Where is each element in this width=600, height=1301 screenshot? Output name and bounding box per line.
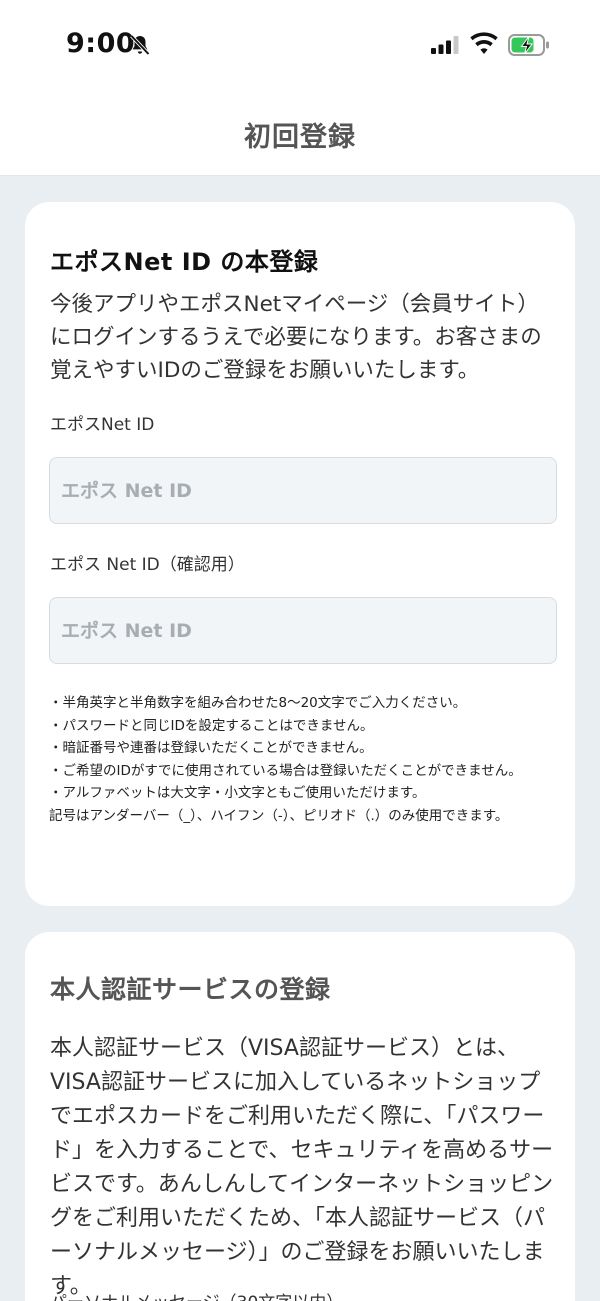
net-id-confirm-label: エポス Net ID（確認用） [50,555,245,575]
personal-message-label: パーソナルメッセージ（30文字以内） [50,1288,343,1301]
bell-slash-icon [130,34,150,56]
identity-auth-card: 本人認証サービスの登録 本人認証サービス（VISA認証サービス）とは、VISA認… [25,932,575,1301]
net-id-input[interactable] [49,457,557,524]
top-bar: 9:00 初回登録 [0,0,600,176]
note-item: ・パスワードと同じIDを設定することはできません。 [49,717,374,734]
id-rules-notes: ・半角英字と半角数字を組み合わせた8〜20文字でご入力ください。 ・パスワードと… [49,692,549,827]
card-title: 本人認証サービスの登録 [50,975,331,1004]
note-item: ・暗証番号や連番は登録いただくことができません。 [49,740,373,756]
status-time: 9:00 [66,28,136,59]
battery-charging-icon [508,34,549,56]
note-item: 記号はアンダーバー（_）、ハイフン（-）、ピリオド（.）のみ使用できます。 [49,807,509,824]
page-title: 初回登録 [244,122,356,153]
signal-icon [431,36,459,54]
note-item: ・アルファベットは大文字・小文字ともご使用いただけます。 [49,785,426,801]
card-description: 今後アプリやエポスNetマイページ（会員サイト）にログインするうえで必要になりま… [50,292,542,383]
card-title: エポスNet ID の本登録 [50,248,319,276]
net-id-registration-card: エポスNet ID の本登録 今後アプリやエポスNetマイページ（会員サイト）に… [25,202,575,906]
note-item: ・半角英字と半角数字を組み合わせた8〜20文字でご入力ください。 [49,695,467,711]
card-description: 本人認証サービス（VISA認証サービス）とは、VISA認証サービスに加入している… [50,1036,554,1299]
wifi-icon [470,32,498,54]
net-id-confirm-input[interactable] [49,597,557,664]
note-item: ・ご希望のIDがすでに使用されている場合は登録いただくことができません。 [49,762,522,779]
net-id-label: エポスNet ID [50,415,155,435]
